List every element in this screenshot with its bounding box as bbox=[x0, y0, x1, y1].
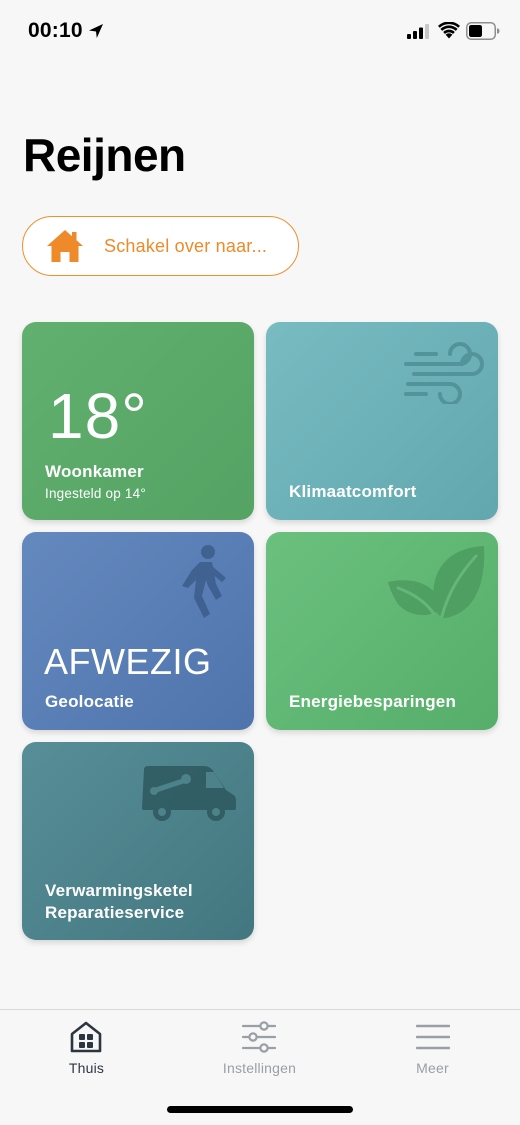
sliders-icon bbox=[242, 1021, 276, 1053]
tab-instellingen-label: Instellingen bbox=[222, 1060, 297, 1076]
status-bar: 00:10 bbox=[0, 0, 520, 64]
boiler-title-line2: Reparatieservice bbox=[45, 903, 185, 922]
tab-meer[interactable]: Meer bbox=[346, 1010, 519, 1090]
tab-thuis[interactable]: Thuis bbox=[0, 1010, 173, 1090]
energy-savings-tile[interactable]: Energiebesparingen bbox=[266, 532, 498, 730]
cellular-signal-icon bbox=[407, 24, 429, 39]
energy-savings-title: Energiebesparingen bbox=[289, 692, 457, 711]
status-time: 00:10 bbox=[28, 19, 83, 42]
tab-meer-label: Meer bbox=[416, 1060, 449, 1076]
living-room-tile[interactable]: 18° Woonkamer Ingesteld op 14° bbox=[22, 322, 254, 520]
home-screen: 00:10 Reijnen Schakel over naar... 18° W… bbox=[0, 0, 520, 1125]
walking-person-icon bbox=[182, 545, 226, 618]
boiler-repair-service-title: Verwarmingsketel Reparatieservice bbox=[45, 880, 193, 924]
living-room-temperature: 18° bbox=[48, 380, 148, 452]
switch-home-button[interactable]: Schakel over naar... bbox=[22, 216, 299, 276]
page-title: Reijnen bbox=[23, 129, 186, 181]
location-arrow-icon bbox=[89, 24, 103, 38]
climate-comfort-title: Klimaatcomfort bbox=[289, 482, 417, 501]
home-indicator[interactable] bbox=[167, 1106, 353, 1113]
home-grid-icon bbox=[70, 1021, 102, 1053]
living-room-setpoint: Ingesteld op 14° bbox=[45, 486, 146, 501]
tab-thuis-label: Thuis bbox=[68, 1060, 105, 1076]
geolocation-status: AFWEZIG bbox=[44, 641, 212, 682]
living-room-title: Woonkamer bbox=[45, 462, 144, 481]
wifi-icon bbox=[438, 22, 460, 39]
battery-icon bbox=[466, 22, 500, 40]
service-van-icon bbox=[142, 766, 236, 821]
geolocation-title: Geolocatie bbox=[45, 692, 134, 711]
switch-home-label: Schakel over naar... bbox=[104, 236, 268, 256]
leaves-icon bbox=[388, 546, 485, 618]
boiler-title-line1: Verwarmingsketel bbox=[45, 881, 193, 900]
house-icon bbox=[47, 230, 83, 262]
menu-icon bbox=[416, 1024, 450, 1050]
wind-icon bbox=[404, 342, 484, 404]
boiler-repair-service-tile[interactable]: Verwarmingsketel Reparatieservice bbox=[22, 742, 254, 940]
climate-comfort-tile[interactable]: Klimaatcomfort bbox=[266, 322, 498, 520]
tab-instellingen[interactable]: Instellingen bbox=[173, 1010, 346, 1090]
geolocation-tile[interactable]: AFWEZIG Geolocatie bbox=[22, 532, 254, 730]
